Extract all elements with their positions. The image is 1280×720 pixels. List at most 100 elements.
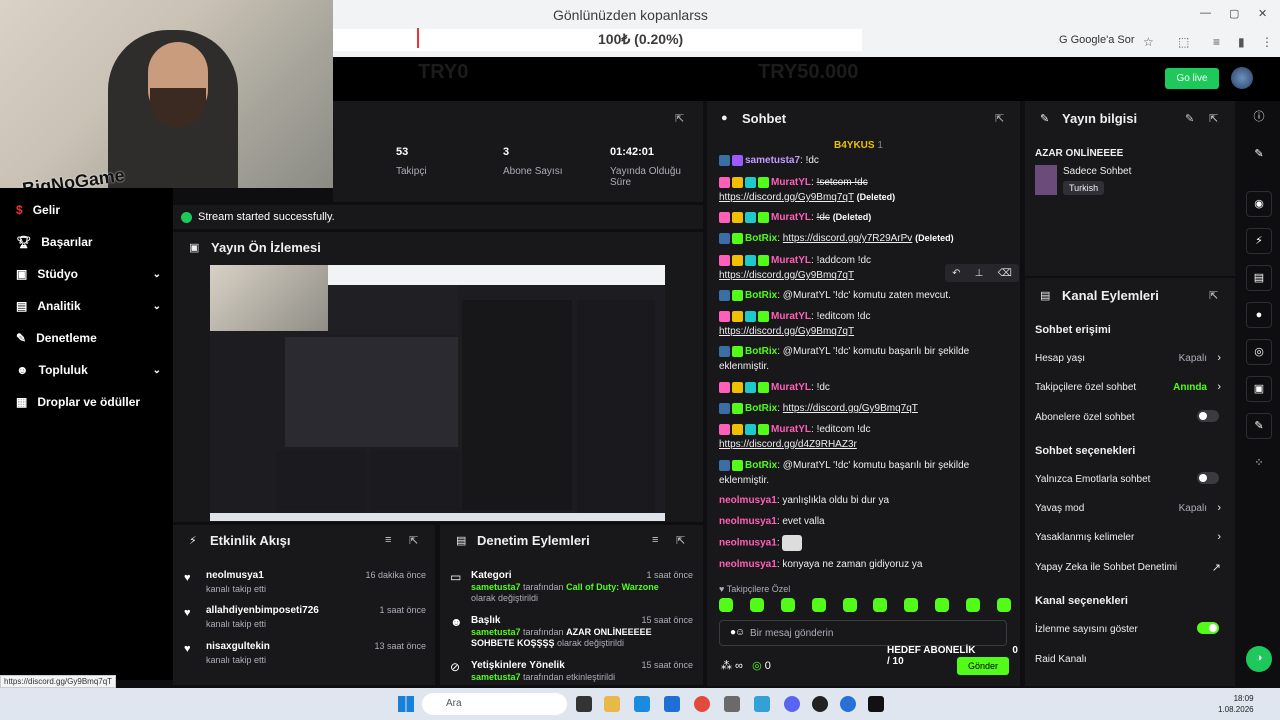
close-icon[interactable]: ✕: [1258, 7, 1267, 20]
expand-icon[interactable]: ⇱: [409, 534, 418, 547]
settings-icon[interactable]: [754, 696, 770, 712]
emote-icon[interactable]: [904, 598, 919, 612]
terminal-icon[interactable]: [868, 696, 884, 712]
sidebar-item-droplar[interactable]: ▦ Droplar ve ödüller: [16, 395, 161, 409]
edge-icon[interactable]: [634, 696, 650, 712]
points-icon[interactable]: ⁂ ∞: [721, 660, 743, 672]
emote-icon[interactable]: [749, 598, 764, 612]
emoji-icon[interactable]: ☺: [735, 627, 996, 638]
discord-icon[interactable]: [784, 696, 800, 712]
chat-message[interactable]: neolmusya1:: [719, 535, 1011, 551]
expand-icon[interactable]: ⇱: [1209, 112, 1218, 125]
chat-message[interactable]: neolmusya1: yanlışlıkla oldu bi dur ya: [719, 493, 1011, 508]
chat-message[interactable]: MuratYL: !dc (Deleted): [719, 210, 1011, 225]
setting-slow-mode[interactable]: Yavaş mod Kapalı ›: [1035, 502, 1223, 514]
bolt-icon[interactable]: ⚡︎: [1246, 228, 1272, 254]
emote-icon[interactable]: [842, 598, 857, 612]
google-search-button[interactable]: G Google'a Sor: [1059, 34, 1135, 46]
chat-message[interactable]: MuratYL: !dc: [719, 380, 1011, 395]
pinned-user[interactable]: B4YKUS 1: [834, 140, 883, 151]
menu-icon[interactable]: ⋮: [1261, 35, 1273, 49]
sidebar-item-analitik[interactable]: ▤ Analitik ⌄: [16, 299, 161, 313]
setting-emote-only[interactable]: Yalnızca Emotlarla sohbet: [1035, 472, 1223, 485]
info-icon[interactable]: ⓘ: [1246, 105, 1272, 131]
emote-icon[interactable]: [996, 598, 1011, 612]
chat-message[interactable]: sametusta7: !dc: [719, 153, 1011, 168]
chat-message[interactable]: MuratYL: !editcom !dc https://discord.gg/…: [719, 309, 1011, 339]
green-action-button[interactable]: ◑: [1246, 646, 1272, 672]
setting-raid[interactable]: Raid Kanalı: [1035, 654, 1223, 665]
maximize-icon[interactable]: ▢: [1229, 7, 1239, 20]
toggle-subs-only[interactable]: [1197, 410, 1219, 422]
emote-icon[interactable]: [935, 598, 950, 612]
broadcast-icon[interactable]: ◎: [1246, 339, 1272, 365]
camera-icon[interactable]: ◉: [1246, 191, 1272, 217]
undo-icon[interactable]: ↶: [952, 268, 960, 279]
send-button[interactable]: Gönder: [957, 657, 1009, 675]
obs-icon[interactable]: [812, 696, 828, 712]
task-view-icon[interactable]: [576, 696, 592, 712]
stream-preview-video[interactable]: [210, 265, 665, 521]
explorer-icon[interactable]: [604, 696, 620, 712]
taskbar-search[interactable]: Ara: [422, 693, 567, 715]
chat-message[interactable]: neolmusya1: konyaya ne zaman gidiyoruz y…: [719, 557, 1011, 572]
stream-started-toast: Stream started successfully.: [173, 205, 703, 229]
pin-icon[interactable]: ⊥: [975, 268, 984, 279]
emote-icon[interactable]: [873, 598, 888, 612]
document-icon[interactable]: ▤: [1246, 265, 1272, 291]
sidebar-item-denetleme[interactable]: ✎ Denetleme: [16, 331, 161, 345]
store-icon[interactable]: [664, 696, 680, 712]
emote-icon[interactable]: [780, 598, 795, 612]
sidebar-item-topluluk[interactable]: ☻ Topluluk ⌄: [16, 363, 161, 377]
chat-message[interactable]: BotRix: @MuratYL '!dc' komutu başarılı b…: [719, 344, 1011, 374]
toggle-emote-only[interactable]: [1197, 472, 1219, 484]
expand-icon[interactable]: ⇱: [1209, 289, 1218, 302]
emote-icon[interactable]: [811, 598, 826, 612]
setting-banned-words[interactable]: Yasaklanmış kelimeler ›: [1035, 531, 1223, 543]
sidebar-item-gelir[interactable]: $ Gelir: [16, 203, 161, 217]
setting-show-viewers[interactable]: İzlenme sayısını göster: [1035, 622, 1223, 635]
filter-icon[interactable]: ≡: [652, 534, 658, 546]
profile-icon[interactable]: ▮: [1238, 35, 1245, 49]
chat-message[interactable]: BotRix: https://discord.gg/y7R29ArPv (De…: [719, 231, 1011, 246]
toggle-show-viewers[interactable]: [1197, 622, 1219, 634]
setting-ai-moderation[interactable]: Yapay Zeka ile Sohbet Denetimi ↗: [1035, 562, 1223, 574]
expand-icon[interactable]: ⇱: [995, 112, 1004, 125]
setting-followers-only[interactable]: Takipçilere özel sohbet Anında ›: [1035, 381, 1223, 393]
avatar[interactable]: [1231, 67, 1253, 89]
chat-message[interactable]: BotRix: @MuratYL '!dc' komutu başarılı b…: [719, 458, 1011, 488]
emote-icon[interactable]: [966, 598, 980, 612]
start-icon[interactable]: [398, 696, 414, 712]
wrench-icon[interactable]: ✎: [1246, 413, 1272, 439]
expand-icon[interactable]: ⇱: [676, 534, 685, 547]
chat-input[interactable]: ● Bir mesaj gönderin ☺: [719, 620, 1007, 646]
filter-icon[interactable]: ≡: [385, 534, 391, 546]
extensions-icon[interactable]: ⬚: [1178, 35, 1189, 49]
trash-icon[interactable]: ⌫: [998, 268, 1012, 279]
add-widget-icon[interactable]: ⁘: [1246, 451, 1272, 477]
clock[interactable]: 18:09 1.08.2026: [1218, 693, 1254, 715]
setting-subs-only[interactable]: Abonelere özel sohbet: [1035, 410, 1223, 423]
sidebar-item-basarilar[interactable]: 🏆︎ Başarılar: [16, 235, 161, 249]
minimize-icon[interactable]: —: [1200, 7, 1211, 19]
chat-message[interactable]: neolmusya1: evet valla: [719, 514, 1011, 529]
chat-message[interactable]: MuratYL: !setcom !dc https://discord.gg/G…: [719, 175, 1011, 205]
chat-message[interactable]: BotRix: @MuratYL '!dc' komutu zaten mevc…: [719, 288, 1011, 303]
calculator-icon[interactable]: [724, 696, 740, 712]
chrome-icon[interactable]: [694, 696, 710, 712]
goal-end-ghost: TRY50.000: [758, 61, 859, 83]
app-icon[interactable]: [840, 696, 856, 712]
chat-icon[interactable]: ●: [1246, 302, 1272, 328]
edit-icon[interactable]: ✎: [1185, 112, 1194, 125]
id-card-icon[interactable]: ▣: [1246, 376, 1272, 402]
bookmark-star-icon[interactable]: ☆: [1143, 35, 1154, 49]
sidebar-item-studyo[interactable]: ▣ Stüdyo ⌄: [16, 267, 161, 281]
chat-message[interactable]: MuratYL: !editcom !dc https://discord.gg/…: [719, 422, 1011, 452]
setting-account-age[interactable]: Hesap yaşı Kapalı ›: [1035, 352, 1223, 364]
chat-message[interactable]: BotRix: https://discord.gg/Gy9Bmq7qT: [719, 401, 1011, 416]
media-icon[interactable]: ≡: [1213, 35, 1220, 49]
pencil-icon[interactable]: ✎: [1246, 142, 1272, 168]
emote-icon[interactable]: [719, 598, 733, 612]
expand-icon[interactable]: ⇱: [675, 112, 684, 125]
go-live-button[interactable]: Go live: [1165, 68, 1219, 89]
